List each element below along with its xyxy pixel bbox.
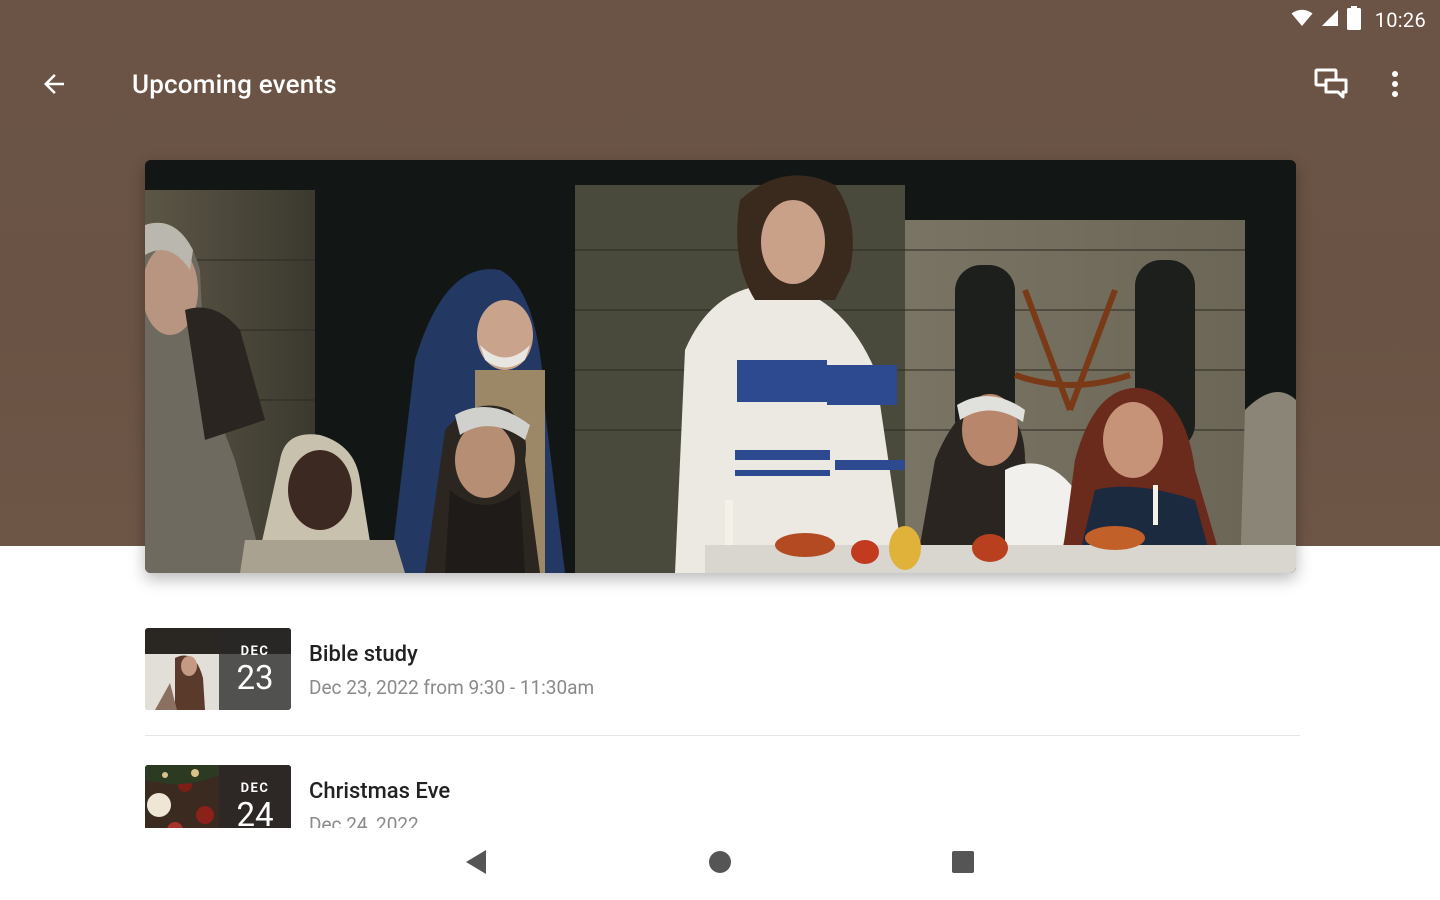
event-thumbnail: DEC 23: [145, 628, 291, 710]
chat-icon: [1314, 68, 1348, 104]
event-title: Christmas Eve: [309, 779, 451, 804]
event-datetime: Dec 23, 2022 from 9:30 - 11:30am: [309, 676, 595, 699]
back-button[interactable]: [30, 62, 78, 110]
status-icons: 10:26: [1291, 6, 1426, 34]
list-divider: [145, 735, 1300, 736]
event-title: Bible study: [309, 642, 418, 667]
system-nav-bar: [0, 828, 1440, 900]
more-vert-icon: [1390, 70, 1400, 102]
nav-recents-icon: [951, 850, 975, 878]
chat-button[interactable]: [1306, 62, 1356, 110]
battery-icon: [1346, 6, 1361, 34]
signal-icon: [1321, 9, 1339, 31]
nav-home-button[interactable]: [696, 840, 744, 888]
arrow-back-icon: [39, 69, 69, 103]
date-day: 23: [236, 659, 274, 698]
page-title: Upcoming events: [132, 70, 337, 100]
date-month: DEC: [240, 781, 270, 796]
date-month: DEC: [240, 644, 270, 659]
app-bar: Upcoming events: [0, 52, 1440, 120]
status-bar: 10:26: [0, 0, 1440, 40]
wifi-icon: [1291, 9, 1313, 31]
status-time: 10:26: [1374, 8, 1426, 32]
nav-back-icon: [464, 849, 488, 879]
nav-recents-button[interactable]: [939, 840, 987, 888]
nav-back-button[interactable]: [452, 840, 500, 888]
date-badge: DEC 23: [219, 628, 291, 710]
hero-image[interactable]: [145, 160, 1296, 573]
upcoming-events-screen: 10:26 Upcoming events DEC 23 Bible study…: [0, 0, 1440, 900]
more-options-button[interactable]: [1372, 62, 1418, 110]
event-list-item[interactable]: DEC 23 Bible study Dec 23, 2022 from 9:3…: [145, 628, 1300, 712]
nav-home-icon: [708, 850, 732, 878]
